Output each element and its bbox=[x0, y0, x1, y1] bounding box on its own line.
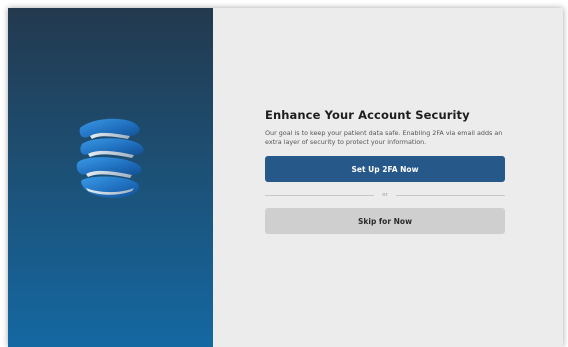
security-prompt-card: Enhance Your Account Security Our goal i… bbox=[265, 108, 506, 234]
security-prompt-window: Enhance Your Account Security Our goal i… bbox=[8, 8, 563, 347]
divider-line-left bbox=[265, 194, 375, 196]
or-divider: or bbox=[265, 192, 506, 198]
skip-button[interactable]: Skip for Now bbox=[265, 208, 505, 234]
prompt-description: Our goal is to keep your patient data sa… bbox=[265, 129, 503, 146]
prompt-title: Enhance Your Account Security bbox=[265, 108, 470, 122]
brand-panel bbox=[8, 8, 213, 347]
divider-line-right bbox=[395, 194, 506, 196]
divider-text: or bbox=[382, 192, 388, 198]
s-ribbon-logo-icon bbox=[72, 114, 150, 202]
content-panel: Enhance Your Account Security Our goal i… bbox=[213, 8, 563, 347]
setup-2fa-button[interactable]: Set Up 2FA Now bbox=[265, 156, 505, 182]
